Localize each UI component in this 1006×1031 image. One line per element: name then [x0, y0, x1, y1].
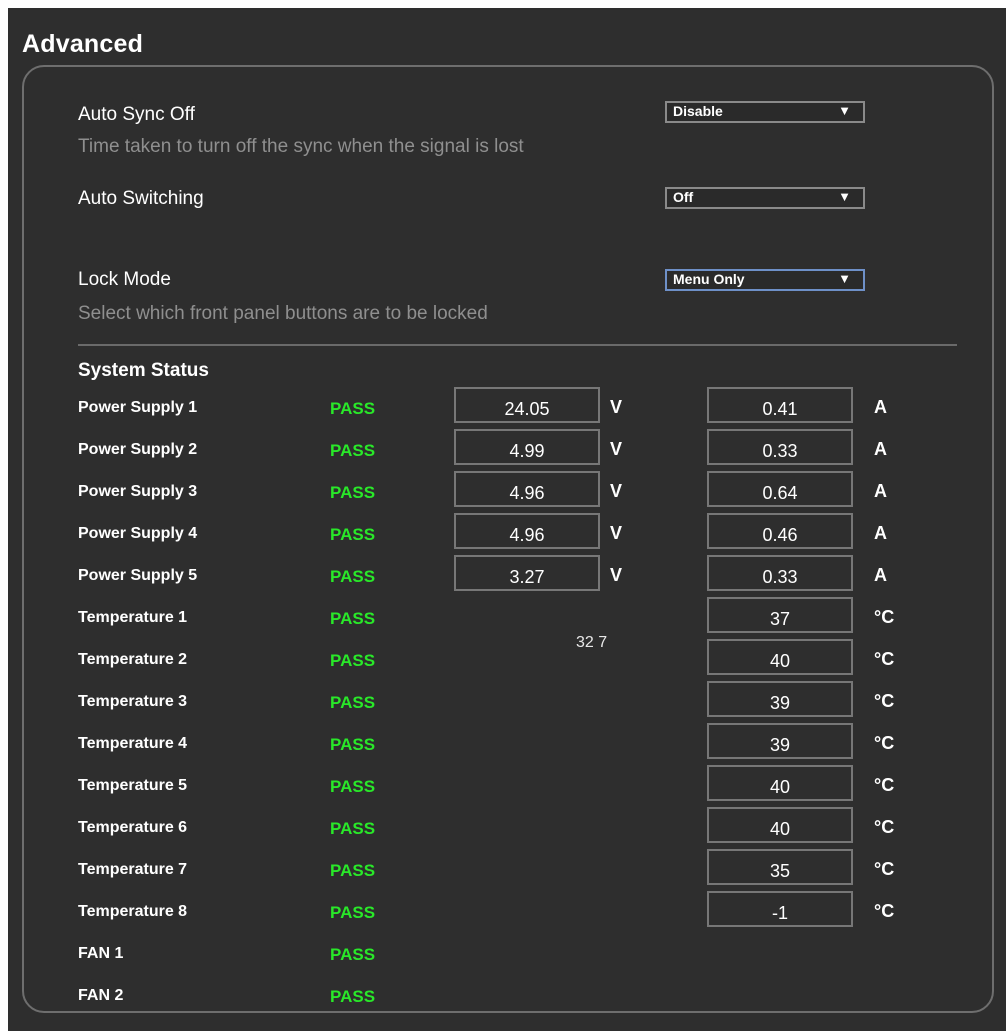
temperature-unit: °C — [874, 691, 895, 711]
status-label: FAN 2 — [78, 987, 124, 1004]
status-badge: PASS — [330, 567, 376, 586]
status-badge: PASS — [330, 693, 376, 712]
auto-switching-label: Auto Switching — [78, 188, 204, 209]
lock-mode-label: Lock Mode — [78, 269, 171, 290]
status-badge: PASS — [330, 735, 376, 754]
caret-down-icon: ▼ — [838, 189, 851, 204]
voltage-unit: V — [610, 397, 623, 417]
auto-sync-off-label: Auto Sync Off — [78, 104, 195, 125]
status-badge: PASS — [330, 903, 376, 922]
auto-sync-off-description: Time taken to turn off the sync when the… — [78, 136, 524, 157]
temperature-field: 40 — [707, 639, 853, 675]
status-label: Power Supply 4 — [78, 525, 198, 542]
status-row-temperature-7: Temperature 7 PASS 35 °C — [8, 849, 1006, 901]
temperature-unit: °C — [874, 901, 895, 921]
status-row-temperature-2: Temperature 2 PASS 40 °C — [8, 639, 1006, 691]
status-label: Temperature 3 — [78, 693, 188, 710]
page-title: Advanced — [22, 30, 144, 58]
status-badge: PASS — [330, 819, 376, 838]
auto-sync-off-select[interactable]: Disable ▼ — [665, 101, 865, 123]
status-badge: PASS — [330, 483, 376, 502]
current-field: 0.33 — [707, 555, 853, 591]
temperature-unit: °C — [874, 775, 895, 795]
auto-switching-select[interactable]: Off ▼ — [665, 187, 865, 209]
status-badge: PASS — [330, 525, 376, 544]
temperature-unit: °C — [874, 649, 895, 669]
lock-mode-select[interactable]: Menu Only ▼ — [665, 269, 865, 291]
temperature-unit: °C — [874, 859, 895, 879]
voltage-unit: V — [610, 481, 623, 501]
temperature-unit: °C — [874, 607, 895, 627]
status-label: Power Supply 5 — [78, 567, 198, 584]
status-badge: PASS — [330, 399, 376, 418]
current-field: 0.46 — [707, 513, 853, 549]
status-label: Temperature 4 — [78, 735, 188, 752]
lock-mode-value: Menu Only — [673, 271, 745, 287]
advanced-page: Advanced Auto Sync Off Time taken to tur… — [8, 8, 1006, 1031]
current-field: 0.64 — [707, 471, 853, 507]
temperature-field: 40 — [707, 765, 853, 801]
status-row-temperature-4: Temperature 4 PASS 39 °C — [8, 723, 1006, 775]
current-unit: A — [874, 565, 887, 585]
status-badge: PASS — [330, 441, 376, 460]
status-label: Power Supply 2 — [78, 441, 198, 458]
status-label: FAN 1 — [78, 945, 124, 962]
status-label: Temperature 5 — [78, 777, 188, 794]
status-label: Temperature 6 — [78, 819, 188, 836]
status-row-fan-2: FAN 2 PASS — [8, 987, 1006, 1027]
current-unit: A — [874, 481, 887, 501]
voltage-field: 4.96 — [454, 471, 600, 507]
status-label: Temperature 1 — [78, 609, 188, 626]
current-unit: A — [874, 523, 887, 543]
current-unit: A — [874, 397, 887, 417]
lock-mode-description: Select which front panel buttons are to … — [78, 303, 488, 324]
status-row-temperature-5: Temperature 5 PASS 40 °C — [8, 765, 1006, 817]
system-status-title: System Status — [78, 360, 209, 381]
voltage-field: 24.05 — [454, 387, 600, 423]
temperature-field: -1 — [707, 891, 853, 927]
voltage-unit: V — [610, 439, 623, 459]
temperature-field: 39 — [707, 681, 853, 717]
voltage-unit: V — [610, 523, 623, 543]
status-label: Power Supply 1 — [78, 399, 198, 416]
current-field: 0.33 — [707, 429, 853, 465]
auto-switching-value: Off — [673, 189, 694, 205]
status-row-temperature-3: Temperature 3 PASS 39 °C — [8, 681, 1006, 733]
caret-down-icon: ▼ — [838, 103, 851, 118]
status-badge: PASS — [330, 987, 376, 1006]
voltage-field: 4.99 — [454, 429, 600, 465]
status-row-temperature-8: Temperature 8 PASS -1 °C — [8, 891, 1006, 943]
temperature-field: 39 — [707, 723, 853, 759]
section-divider — [78, 344, 957, 346]
status-label: Power Supply 3 — [78, 483, 198, 500]
status-row-temperature-1: Temperature 1 PASS 37 °C — [8, 597, 1006, 649]
status-label: Temperature 7 — [78, 861, 188, 878]
temperature-unit: °C — [874, 733, 895, 753]
temperature-field: 40 — [707, 807, 853, 843]
status-badge: PASS — [330, 777, 376, 796]
status-row-fan-1: FAN 1 PASS — [8, 945, 1006, 985]
status-label: Temperature 8 — [78, 903, 188, 920]
caret-down-icon: ▼ — [838, 271, 851, 286]
current-unit: A — [874, 439, 887, 459]
voltage-field: 3.27 — [454, 555, 600, 591]
current-field: 0.41 — [707, 387, 853, 423]
misc-readout: 32 7 — [576, 634, 608, 651]
status-row-power-supply-5: Power Supply 5 PASS 3.27 V 0.33 A — [8, 555, 1006, 607]
voltage-field: 4.96 — [454, 513, 600, 549]
auto-sync-off-value: Disable — [673, 103, 723, 119]
temperature-unit: °C — [874, 817, 895, 837]
status-badge: PASS — [330, 651, 376, 670]
voltage-unit: V — [610, 565, 623, 585]
status-badge: PASS — [330, 861, 376, 880]
status-badge: PASS — [330, 945, 376, 964]
temperature-field: 37 — [707, 597, 853, 633]
status-row-temperature-6: Temperature 6 PASS 40 °C — [8, 807, 1006, 859]
status-badge: PASS — [330, 609, 376, 628]
status-label: Temperature 2 — [78, 651, 188, 668]
temperature-field: 35 — [707, 849, 853, 885]
